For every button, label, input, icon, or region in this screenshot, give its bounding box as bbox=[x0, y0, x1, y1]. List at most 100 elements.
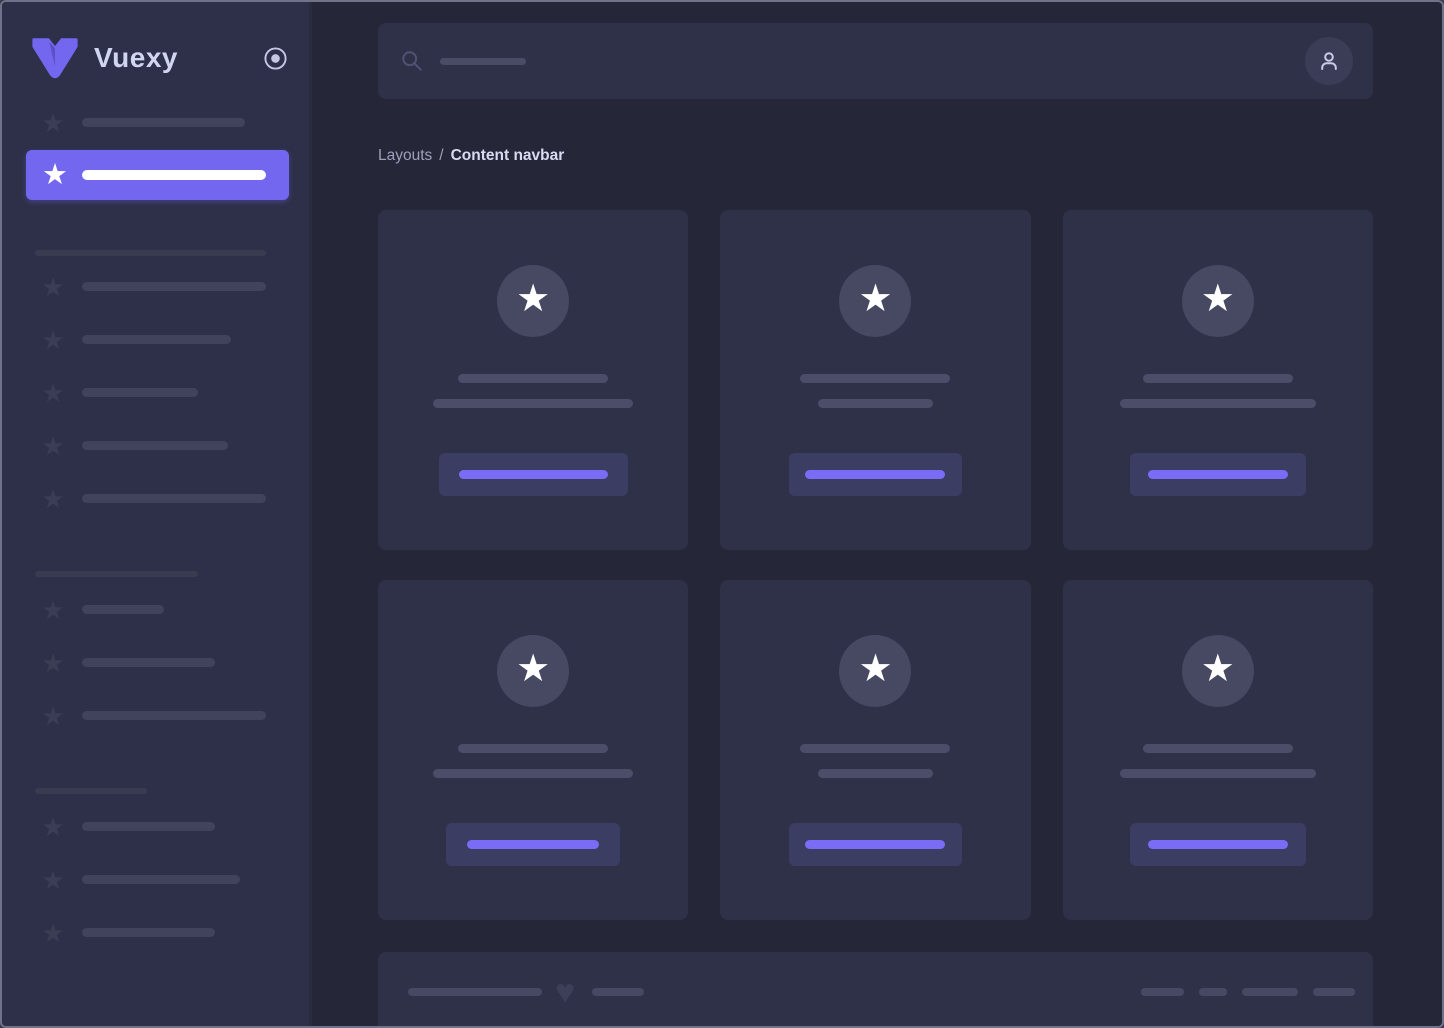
brand-name: Vuexy bbox=[94, 42, 178, 74]
star-icon: ★ bbox=[858, 280, 892, 322]
footer-text-placeholder bbox=[408, 988, 542, 996]
label-placeholder bbox=[82, 928, 215, 937]
title-placeholder bbox=[1143, 374, 1293, 383]
footer-links bbox=[1141, 988, 1355, 996]
star-icon: ★ bbox=[40, 814, 66, 840]
user-avatar-button[interactable] bbox=[1305, 37, 1353, 85]
card-action-button[interactable] bbox=[1130, 453, 1306, 496]
title-placeholder bbox=[458, 374, 608, 383]
main-content: Layouts / Content navbar ★ ★ bbox=[312, 2, 1442, 1026]
label-placeholder bbox=[82, 170, 266, 180]
section-header-placeholder bbox=[35, 788, 147, 794]
card-action-button[interactable] bbox=[439, 453, 628, 496]
footer-text-placeholder bbox=[592, 988, 644, 996]
card-action-button[interactable] bbox=[789, 823, 962, 866]
star-icon: ★ bbox=[42, 161, 68, 190]
card-avatar: ★ bbox=[497, 635, 569, 707]
label-placeholder bbox=[82, 388, 198, 397]
label-placeholder bbox=[82, 282, 266, 291]
button-label-placeholder bbox=[459, 470, 608, 479]
label-placeholder bbox=[82, 658, 215, 667]
breadcrumb-separator: / bbox=[439, 147, 443, 165]
brand[interactable]: Vuexy bbox=[30, 34, 288, 82]
card: ★ bbox=[378, 580, 688, 920]
star-icon: ★ bbox=[40, 380, 66, 406]
sidebar: Vuexy ★ ★ ★ ★ ★ bbox=[2, 2, 312, 1026]
star-icon: ★ bbox=[40, 867, 66, 893]
sidebar-item[interactable]: ★ bbox=[2, 906, 312, 959]
card: ★ bbox=[378, 210, 688, 550]
footer: ♥ bbox=[378, 952, 1373, 1028]
subtitle-placeholder bbox=[1120, 769, 1316, 778]
sidebar-item[interactable]: ★ bbox=[2, 313, 312, 366]
search-input[interactable] bbox=[440, 58, 526, 65]
card-action-button[interactable] bbox=[1130, 823, 1306, 866]
card-avatar: ★ bbox=[497, 265, 569, 337]
search-icon bbox=[401, 50, 423, 72]
label-placeholder bbox=[82, 118, 245, 127]
sidebar-item[interactable]: ★ bbox=[2, 689, 312, 742]
card-avatar: ★ bbox=[839, 265, 911, 337]
sidebar-item[interactable]: ★ bbox=[2, 853, 312, 906]
card-avatar: ★ bbox=[1182, 635, 1254, 707]
card: ★ bbox=[1063, 210, 1373, 550]
subtitle-placeholder bbox=[818, 769, 933, 778]
star-icon: ★ bbox=[40, 433, 66, 459]
sidebar-item-active[interactable]: ★ bbox=[26, 150, 289, 200]
breadcrumb: Layouts / Content navbar bbox=[378, 146, 1373, 165]
card-action-button[interactable] bbox=[789, 453, 962, 496]
star-icon: ★ bbox=[40, 327, 66, 353]
button-label-placeholder bbox=[805, 840, 945, 849]
star-icon: ★ bbox=[516, 280, 550, 322]
label-placeholder bbox=[82, 875, 240, 884]
button-label-placeholder bbox=[805, 470, 945, 479]
card: ★ bbox=[720, 210, 1030, 550]
label-placeholder bbox=[82, 822, 215, 831]
subtitle-placeholder bbox=[818, 399, 933, 408]
star-icon: ★ bbox=[40, 650, 66, 676]
section-header-placeholder bbox=[35, 250, 266, 256]
section-header-placeholder bbox=[35, 571, 198, 577]
breadcrumb-parent[interactable]: Layouts bbox=[378, 147, 432, 165]
sidebar-item[interactable]: ★ bbox=[2, 260, 312, 313]
label-placeholder bbox=[82, 441, 228, 450]
card-avatar: ★ bbox=[839, 635, 911, 707]
subtitle-placeholder bbox=[1120, 399, 1316, 408]
footer-link-placeholder bbox=[1199, 988, 1227, 996]
star-icon: ★ bbox=[40, 274, 66, 300]
card: ★ bbox=[1063, 580, 1373, 920]
sidebar-item[interactable]: ★ bbox=[2, 419, 312, 472]
label-placeholder bbox=[82, 335, 231, 344]
breadcrumb-current: Content navbar bbox=[451, 147, 565, 165]
label-placeholder bbox=[82, 605, 164, 614]
sidebar-item[interactable]: ★ bbox=[2, 472, 312, 525]
vuexy-logo-icon bbox=[30, 35, 80, 81]
menu-pin-record-icon[interactable] bbox=[263, 46, 288, 71]
button-label-placeholder bbox=[1148, 470, 1288, 479]
title-placeholder bbox=[458, 744, 608, 753]
star-icon: ★ bbox=[40, 486, 66, 512]
star-icon: ★ bbox=[40, 597, 66, 623]
sidebar-item[interactable]: ★ bbox=[2, 636, 312, 689]
card-grid: ★ ★ ★ bbox=[378, 210, 1373, 920]
button-label-placeholder bbox=[1148, 840, 1288, 849]
sidebar-item[interactable]: ★ bbox=[2, 366, 312, 419]
card-action-button[interactable] bbox=[446, 823, 620, 866]
button-label-placeholder bbox=[467, 840, 599, 849]
subtitle-placeholder bbox=[433, 769, 633, 778]
footer-link-placeholder bbox=[1313, 988, 1355, 996]
heart-icon: ♥ bbox=[555, 980, 575, 1004]
sidebar-item[interactable]: ★ bbox=[2, 583, 312, 636]
card-avatar: ★ bbox=[1182, 265, 1254, 337]
footer-link-placeholder bbox=[1141, 988, 1184, 996]
card: ★ bbox=[720, 580, 1030, 920]
app-window: Vuexy ★ ★ ★ ★ ★ bbox=[0, 0, 1444, 1028]
star-icon: ★ bbox=[1201, 650, 1235, 692]
star-icon: ★ bbox=[40, 920, 66, 946]
person-icon bbox=[1316, 48, 1342, 74]
star-icon: ★ bbox=[40, 703, 66, 729]
sidebar-item[interactable]: ★ bbox=[2, 96, 312, 149]
label-placeholder bbox=[82, 711, 266, 720]
sidebar-item[interactable]: ★ bbox=[2, 800, 312, 853]
subtitle-placeholder bbox=[433, 399, 633, 408]
